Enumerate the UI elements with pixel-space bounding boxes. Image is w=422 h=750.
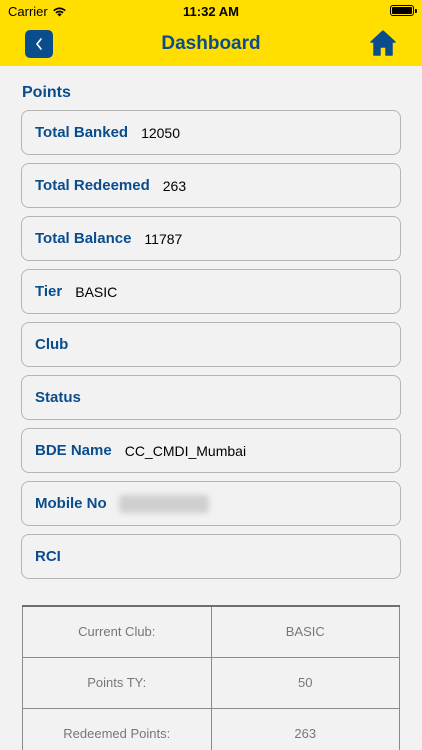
home-icon [370, 30, 396, 56]
field-value: BASIC [75, 283, 118, 300]
table-cell-label: Points TY: [22, 656, 212, 709]
table-cell-label: Current Club: [22, 605, 212, 658]
summary-table: Current Club: BASIC Points TY: 50 Redeem… [22, 605, 400, 750]
field-label: Mobile No [35, 495, 107, 512]
field-total-balance: Total Balance 11787 [21, 216, 401, 261]
page-title: Dashboard [161, 33, 261, 54]
field-label: Total Balance [35, 230, 132, 247]
field-label: Tier [35, 283, 63, 300]
field-value: 11787 [144, 230, 183, 247]
points-section-title: Points [22, 84, 71, 101]
points-list: Total Banked 12050 Total Redeemed 263 To… [21, 110, 401, 587]
field-label: Total Redeemed [35, 177, 150, 194]
field-rci: RCI [21, 534, 401, 579]
field-bde-name: BDE Name CC_CMDI_Mumbai [21, 428, 401, 473]
field-label: BDE Name [35, 442, 112, 459]
field-total-redeemed: Total Redeemed 263 [21, 163, 401, 208]
field-value: 12050 [141, 124, 181, 141]
field-total-banked: Total Banked 12050 [21, 110, 401, 155]
field-label: Club [35, 336, 69, 353]
table-cell-label: Redeemed Points: [22, 707, 212, 750]
home-button[interactable] [368, 28, 398, 58]
table-row: Points TY: 50 [22, 656, 400, 709]
table-row: Redeemed Points: 263 [22, 707, 400, 750]
redacted-mobile-value [118, 494, 209, 513]
field-tier: Tier BASIC [21, 269, 401, 314]
table-cell-value: BASIC [210, 605, 400, 658]
navigation-bar: Dashboard [0, 22, 422, 66]
field-value: 263 [162, 177, 187, 194]
field-status: Status [21, 375, 401, 420]
field-value: CC_CMDI_Mumbai [124, 442, 247, 459]
field-label: Status [35, 389, 81, 406]
field-label: Total Banked [35, 124, 129, 141]
status-time: 11:32 AM [183, 4, 239, 19]
table-cell-value: 263 [210, 707, 400, 750]
field-club: Club [21, 322, 401, 367]
table-cell-value: 50 [210, 656, 400, 709]
table-row: Current Club: BASIC [22, 605, 400, 658]
battery-icon [390, 5, 417, 16]
field-label: RCI [35, 548, 61, 565]
field-mobile-no: Mobile No [21, 481, 401, 526]
status-bar: Carrier 11:32 AM [0, 0, 422, 22]
